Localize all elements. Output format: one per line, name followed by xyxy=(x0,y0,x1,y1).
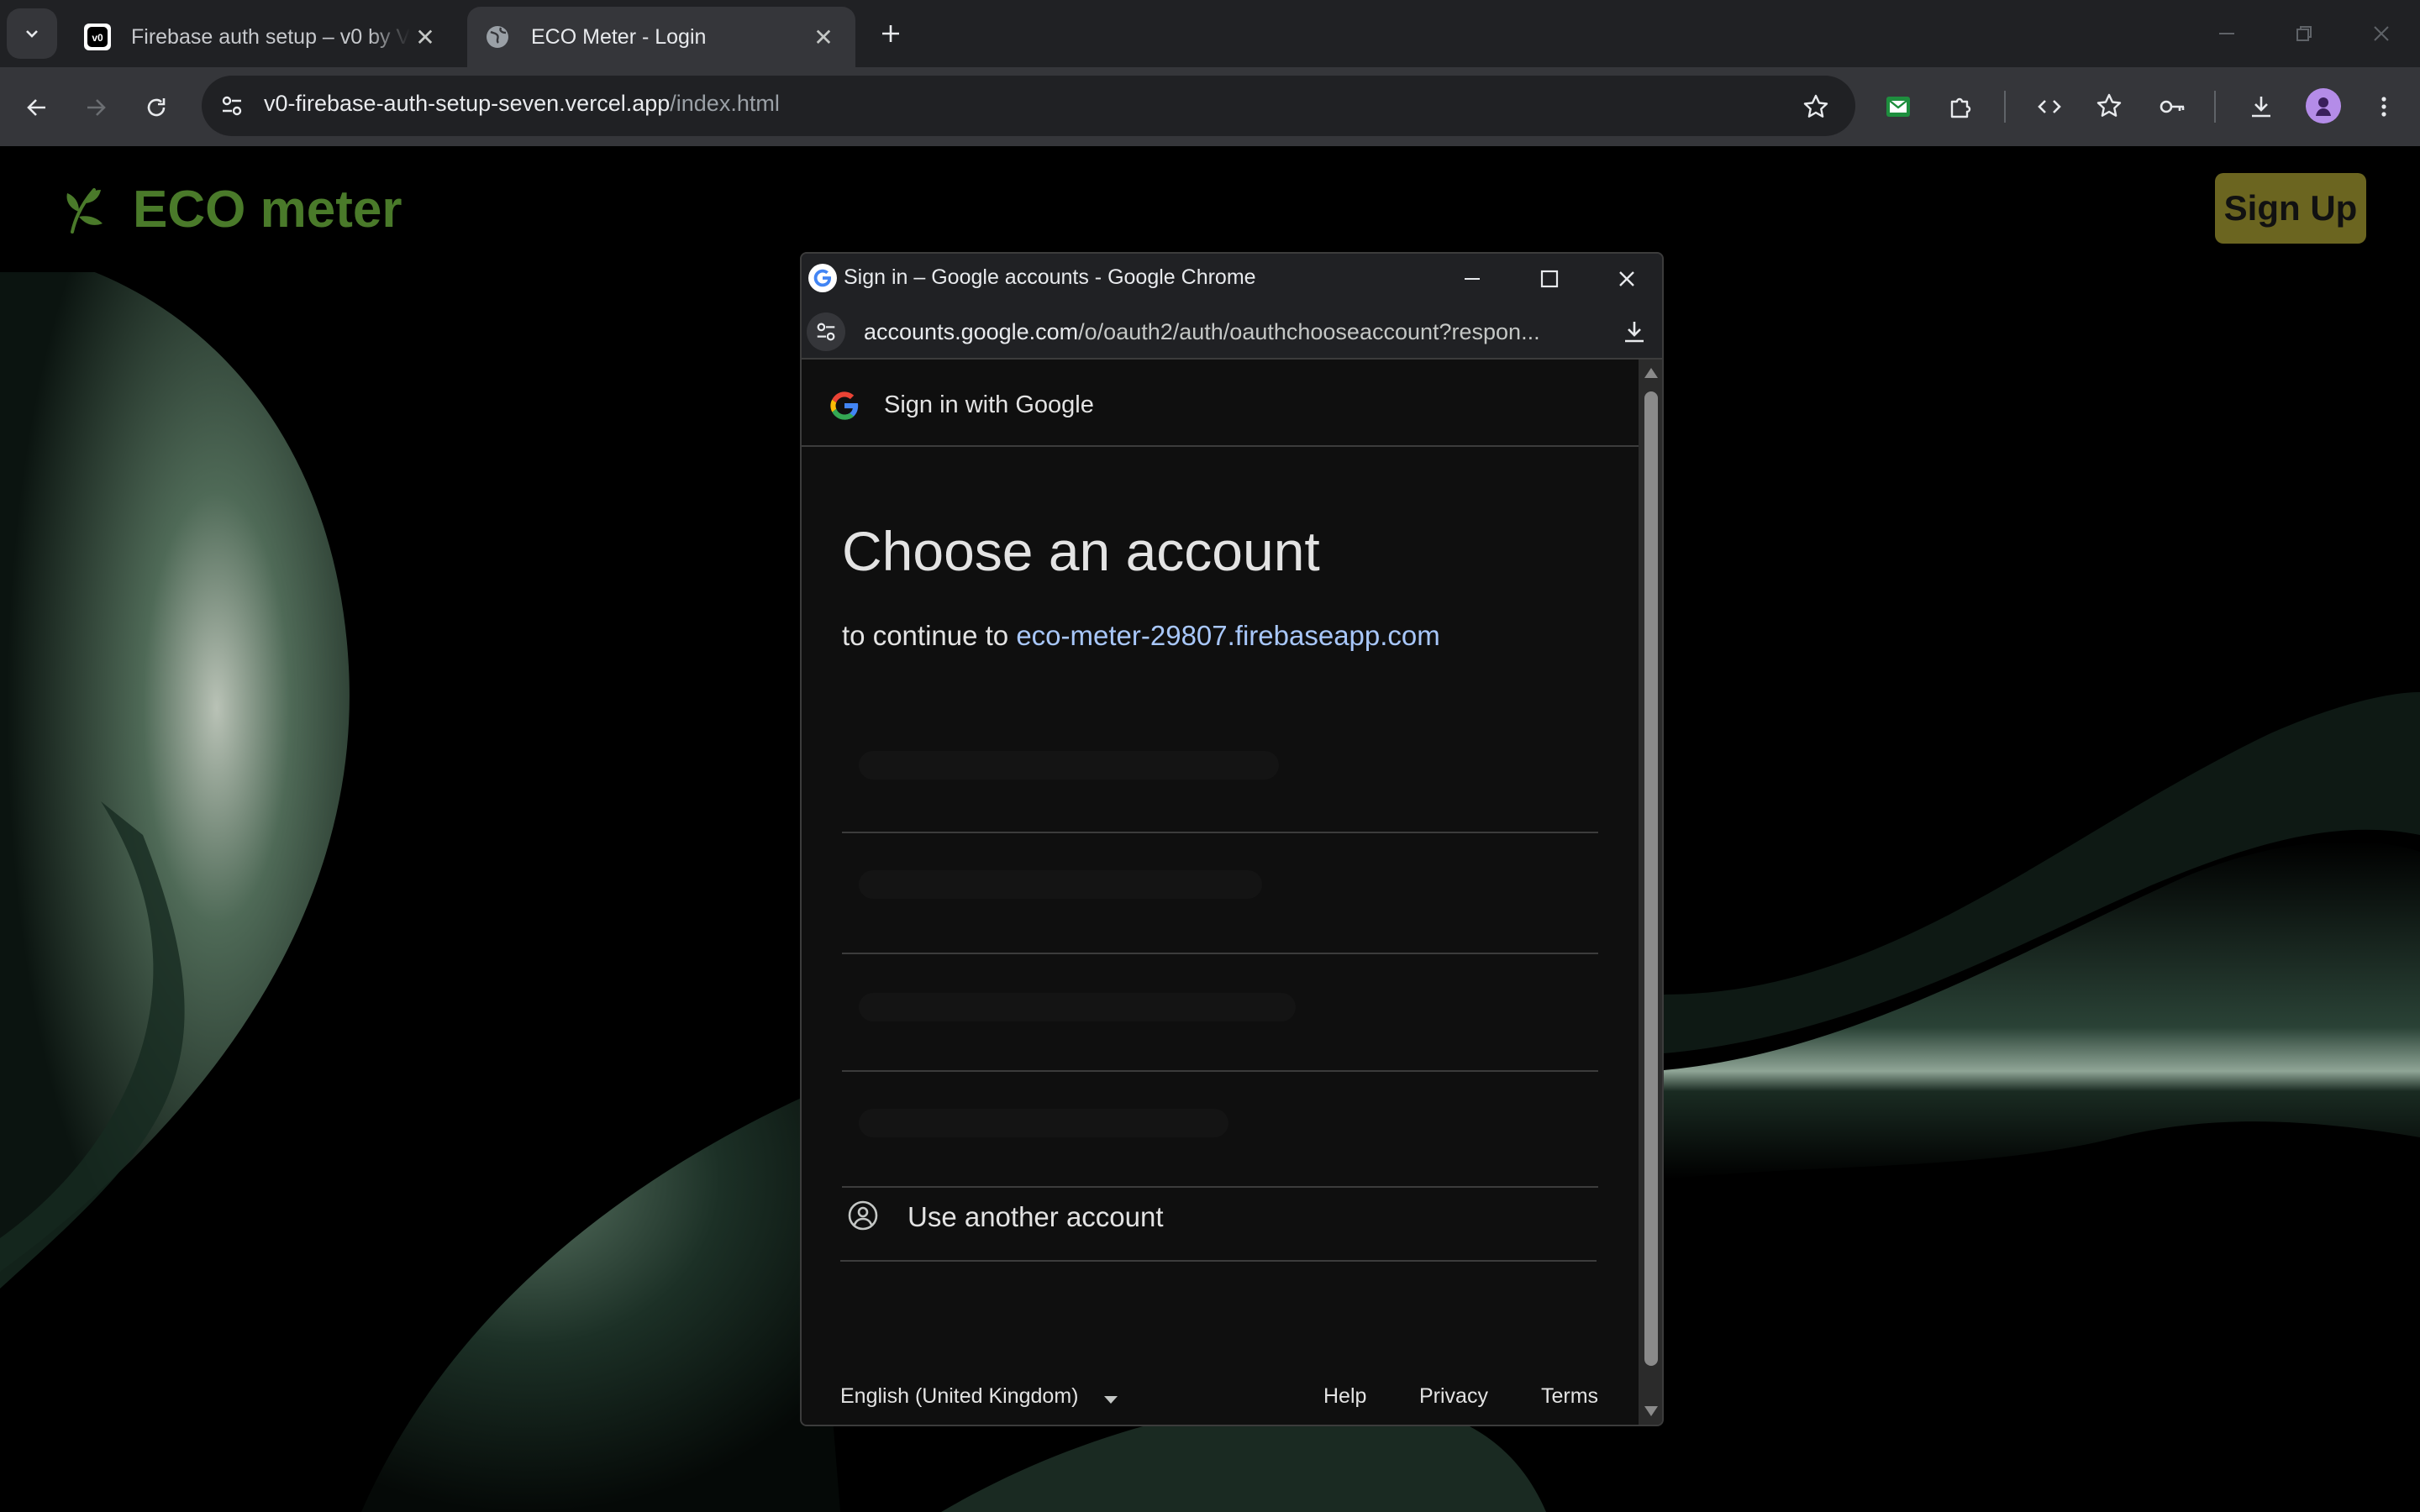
more-vert-icon xyxy=(2381,97,2386,117)
popup-download-button[interactable] xyxy=(1617,314,1652,349)
popup-url[interactable]: accounts.google.com/o/oauth2/auth/oauthc… xyxy=(864,319,1540,345)
bookmarks-button[interactable] xyxy=(2091,87,2129,126)
popup-close-button[interactable] xyxy=(1607,260,1647,297)
signin-with-google-text: Sign in with Google xyxy=(884,391,1094,418)
tab-firebase-auth-setup[interactable]: v0 Firebase auth setup – v0 by Vercel ✕ xyxy=(67,7,457,67)
maximize-icon xyxy=(1540,270,1559,288)
restore-icon xyxy=(2296,26,2312,41)
account-placeholder xyxy=(859,993,1296,1021)
popup-scrollbar[interactable] xyxy=(1639,360,1662,1425)
continue-to-text: to continue to eco-meter-29807.firebasea… xyxy=(842,620,1440,652)
address-url[interactable]: v0-firebase-auth-setup-seven.vercel.app/… xyxy=(264,91,780,117)
privacy-link[interactable]: Privacy xyxy=(1419,1384,1488,1409)
new-tab-button[interactable] xyxy=(874,17,908,50)
arrow-left-icon xyxy=(27,99,45,116)
choose-account-heading: Choose an account xyxy=(842,520,1320,582)
close-icon xyxy=(1619,271,1634,286)
globe-icon xyxy=(484,24,511,50)
popup-titlebar: Sign in – Google accounts - Google Chrom… xyxy=(802,254,1662,304)
popup-site-info-button[interactable] xyxy=(807,312,845,351)
url-path: /index.html xyxy=(670,91,780,116)
tune-icon xyxy=(817,323,835,341)
google-logo-icon xyxy=(830,391,860,420)
account-item[interactable] xyxy=(842,833,1598,954)
extensions-button[interactable] xyxy=(1941,87,1980,126)
leaf-logo-icon xyxy=(66,188,103,234)
popup-address-bar: accounts.google.com/o/oauth2/auth/oauthc… xyxy=(802,304,1662,360)
reload-icon xyxy=(147,98,166,117)
account-circle-icon xyxy=(848,1200,878,1231)
account-placeholder xyxy=(859,870,1262,899)
avatar-icon xyxy=(2316,97,2331,116)
language-selector[interactable]: English (United Kingdom) xyxy=(840,1384,1078,1409)
use-another-account-button[interactable]: Use another account xyxy=(840,1171,1597,1262)
chevron-down-icon xyxy=(26,30,38,38)
scroll-down-arrow[interactable] xyxy=(1644,1406,1658,1416)
window-minimize-button[interactable] xyxy=(2203,15,2250,52)
toolbar-separator xyxy=(2214,91,2216,123)
back-button[interactable] xyxy=(18,89,55,126)
downloads-button[interactable] xyxy=(2242,87,2281,126)
popup-maximize-button[interactable] xyxy=(1529,260,1570,297)
tab-search-button[interactable] xyxy=(7,8,57,59)
v0-favicon-icon: v0 xyxy=(84,24,111,50)
account-placeholder xyxy=(859,1109,1228,1137)
download-icon xyxy=(1625,322,1644,343)
popup-window-title: Sign in – Google accounts - Google Chrom… xyxy=(844,265,1256,289)
brand-name[interactable]: ECO meter xyxy=(133,180,402,239)
site-info-button[interactable] xyxy=(213,87,250,124)
tab-close-icon[interactable]: ✕ xyxy=(808,22,839,52)
download-icon xyxy=(2252,97,2270,118)
account-placeholder xyxy=(859,751,1279,780)
account-chooser: Sign in with Google Choose an account to… xyxy=(802,360,1639,1425)
close-icon xyxy=(2374,26,2389,41)
google-signin-header: Sign in with Google xyxy=(802,360,1639,447)
code-icon xyxy=(2038,100,2061,113)
plus-icon xyxy=(882,25,899,42)
devtools-button[interactable] xyxy=(2030,87,2069,126)
mail-extension-icon xyxy=(1886,97,1910,117)
bookmark-star-button[interactable] xyxy=(1797,87,1835,126)
use-another-account-label: Use another account xyxy=(908,1201,1164,1232)
window-close-button[interactable] xyxy=(2358,15,2405,52)
google-g-icon xyxy=(808,264,837,292)
terms-link[interactable]: Terms xyxy=(1541,1384,1598,1409)
continue-prefix: to continue to xyxy=(842,620,1009,651)
puzzle-icon xyxy=(1950,97,1971,118)
minimize-icon xyxy=(1465,278,1480,280)
scroll-up-arrow[interactable] xyxy=(1644,368,1658,378)
star-list-icon xyxy=(2096,93,2122,117)
help-link[interactable]: Help xyxy=(1323,1384,1366,1409)
extension-mail-button[interactable] xyxy=(1879,87,1918,126)
tab-title: ECO Meter - Login xyxy=(531,24,707,49)
app-name-link[interactable]: eco-meter-29807.firebaseapp.com xyxy=(1016,620,1439,651)
reload-button[interactable] xyxy=(138,89,175,126)
popup-url-path: /o/oauth2/auth/oauthchooseaccount?respon… xyxy=(1078,319,1540,344)
passwords-button[interactable] xyxy=(2153,87,2191,126)
arrow-right-icon xyxy=(87,99,106,116)
sign-up-button[interactable]: Sign Up xyxy=(2215,173,2366,244)
popup-url-host: accounts.google.com xyxy=(864,319,1079,344)
star-icon xyxy=(1803,94,1828,118)
svg-text:v0: v0 xyxy=(92,32,103,44)
account-item[interactable] xyxy=(842,714,1598,833)
key-icon xyxy=(2160,100,2185,113)
tune-icon xyxy=(222,96,242,116)
forward-button[interactable] xyxy=(77,89,114,126)
toolbar-separator xyxy=(2004,91,2006,123)
scroll-thumb[interactable] xyxy=(1644,391,1658,1366)
url-host: v0-firebase-auth-setup-seven.vercel.app xyxy=(264,91,671,116)
chrome-menu-button[interactable] xyxy=(2365,87,2403,126)
tab-strip: v0 Firebase auth setup – v0 by Vercel ✕ … xyxy=(0,0,2420,67)
popup-minimize-button[interactable] xyxy=(1452,260,1492,297)
minimize-icon xyxy=(2219,33,2234,34)
tab-eco-meter-login[interactable]: ECO Meter - Login ✕ xyxy=(467,7,855,67)
window-restore-button[interactable] xyxy=(2281,15,2328,52)
tab-close-icon[interactable]: ✕ xyxy=(410,22,440,52)
profile-avatar[interactable] xyxy=(2306,88,2341,123)
account-item[interactable] xyxy=(842,956,1598,1072)
tab-title: Firebase auth setup – v0 by Vercel xyxy=(131,24,410,49)
